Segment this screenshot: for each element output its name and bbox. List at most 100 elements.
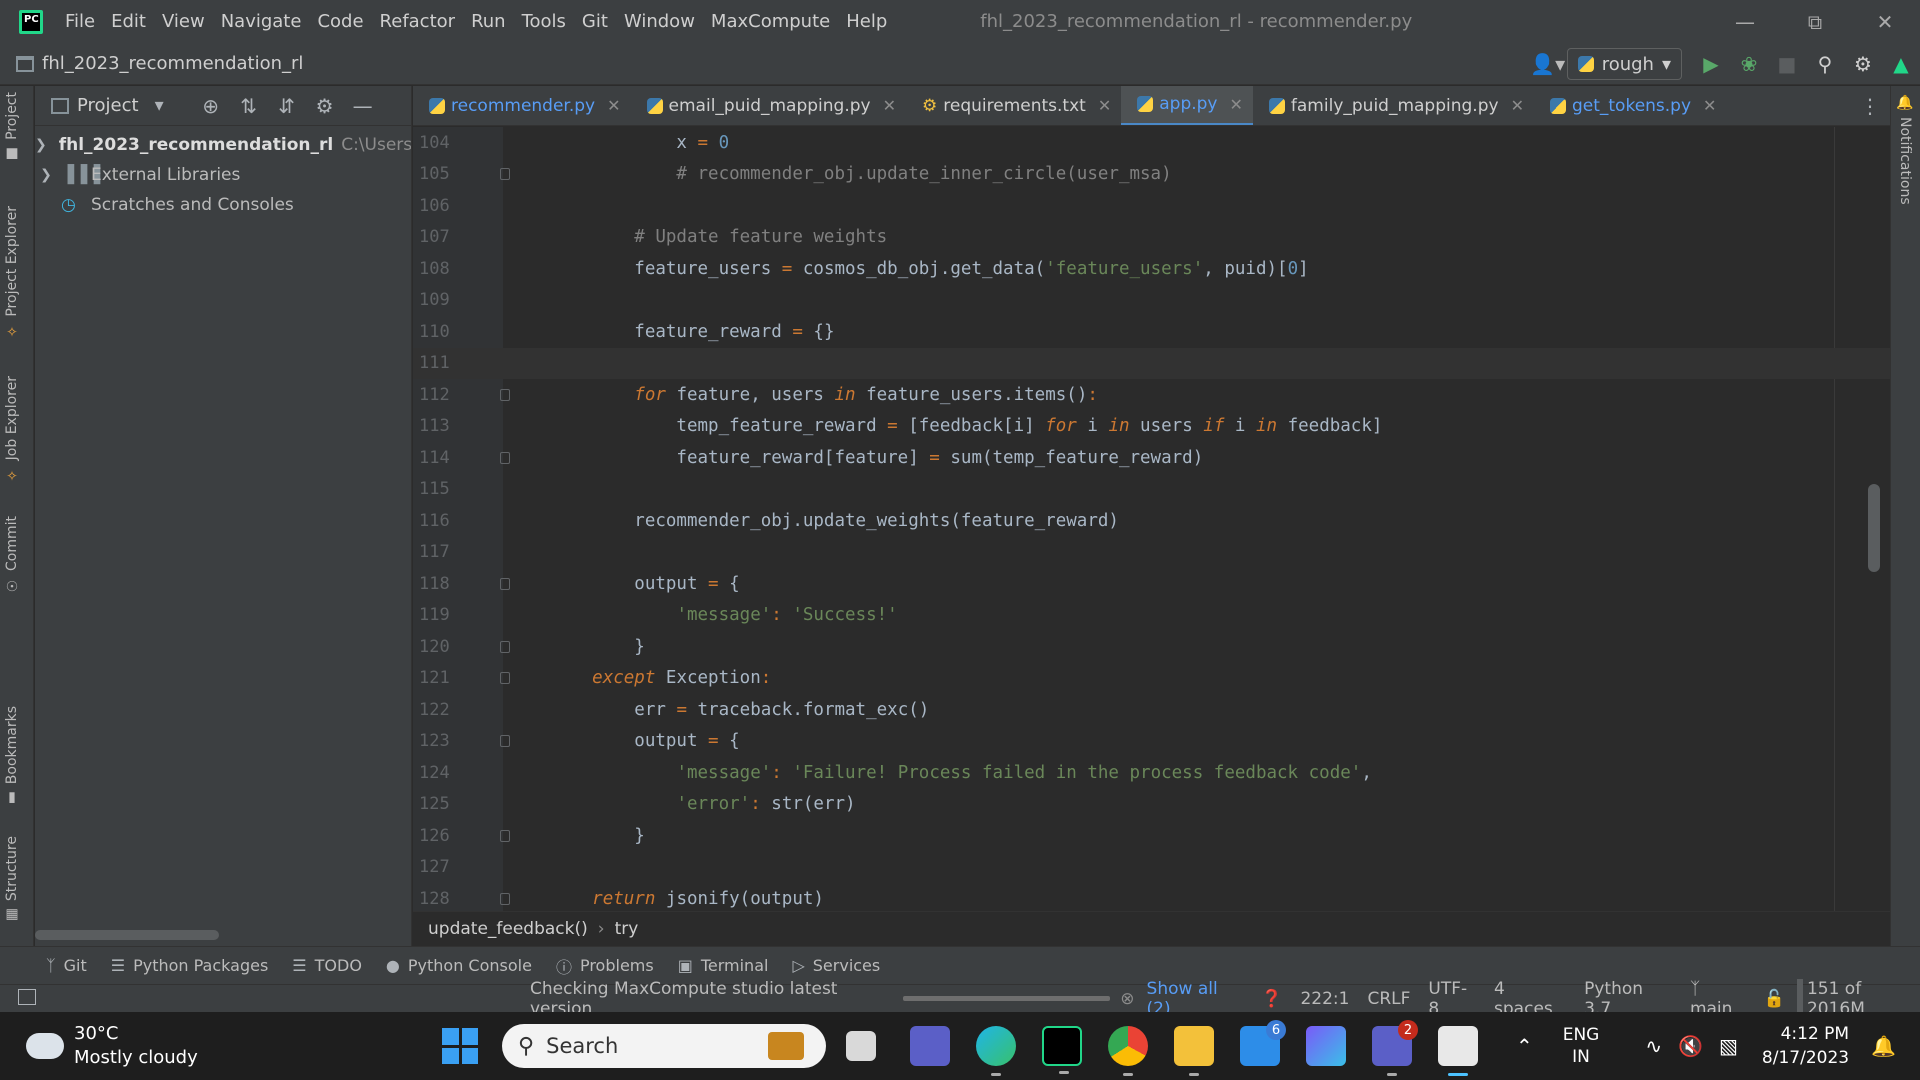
tool-python-packages[interactable]: ☰ Python Packages bbox=[111, 956, 269, 975]
tool-tab-job-explorer[interactable]: ✧ Job Explorer bbox=[4, 376, 20, 482]
chevron-up-icon[interactable]: ⌃ bbox=[1516, 1034, 1533, 1058]
snipping-tool-icon[interactable] bbox=[1438, 1026, 1478, 1076]
fold-marker-icon[interactable] bbox=[500, 735, 510, 748]
tab-email-puid-mapping-py[interactable]: email_puid_mapping.py ✕ bbox=[631, 86, 906, 125]
code-line[interactable]: 117 bbox=[413, 537, 1890, 569]
code-line[interactable]: 109 bbox=[413, 285, 1890, 317]
breadcrumb-function[interactable]: update_feedback() bbox=[428, 919, 588, 939]
code-line[interactable]: 115 bbox=[413, 474, 1890, 506]
hide-panel-icon[interactable]: — bbox=[344, 87, 382, 125]
fold-marker-icon[interactable] bbox=[500, 577, 510, 590]
close-tab-icon[interactable]: ✕ bbox=[1511, 96, 1524, 115]
user-account-icon[interactable]: 👤▾ bbox=[1529, 45, 1567, 83]
code-line[interactable]: 113 temp_feature_reward = [feedback[i] f… bbox=[413, 411, 1890, 443]
fold-marker-icon[interactable] bbox=[500, 892, 510, 905]
vscode-icon[interactable]: 6 bbox=[1240, 1020, 1286, 1066]
chevron-down-icon[interactable]: ▾ bbox=[155, 95, 164, 116]
run-configuration-select[interactable]: rough ▾ bbox=[1566, 48, 1682, 80]
tool-terminal[interactable]: ▣ Terminal bbox=[678, 956, 769, 975]
menu-file[interactable]: File bbox=[57, 11, 103, 32]
tab-get-tokens-py[interactable]: get_tokens.py ✕ bbox=[1534, 86, 1726, 125]
run-icon[interactable]: ▶ bbox=[1692, 45, 1730, 83]
tool-tab-notifications[interactable]: 🔔 Notifications bbox=[1897, 94, 1913, 205]
tool-python-console[interactable]: ● Python Console bbox=[386, 956, 532, 975]
vertical-scrollbar[interactable] bbox=[1868, 484, 1880, 572]
breadcrumb-block[interactable]: try bbox=[615, 919, 639, 939]
expand-all-icon[interactable]: ⇅ bbox=[230, 87, 268, 125]
menu-edit[interactable]: Edit bbox=[103, 11, 154, 32]
chrome-browser-icon[interactable] bbox=[1108, 1026, 1148, 1076]
tool-tab-structure[interactable]: ▦ Structure bbox=[4, 836, 20, 923]
menu-navigate[interactable]: Navigate bbox=[213, 11, 310, 32]
toggle-tool-windows-icon[interactable] bbox=[18, 989, 36, 1005]
minimize-button[interactable]: — bbox=[1710, 0, 1780, 43]
code-line[interactable]: 128 return jsonify(output) bbox=[413, 883, 1890, 911]
lock-icon[interactable]: 🔓 bbox=[1764, 989, 1785, 1009]
menu-run[interactable]: Run bbox=[463, 11, 514, 32]
battery-icon[interactable]: ▧ bbox=[1719, 1034, 1738, 1058]
code-line[interactable]: 116 recommender_obj.update_weights(featu… bbox=[413, 505, 1890, 537]
code-with-me-icon[interactable]: ▲ bbox=[1882, 45, 1920, 83]
code-line[interactable]: 110 feature_reward = {} bbox=[413, 316, 1890, 348]
tool-problems[interactable]: ⓘ Problems bbox=[556, 954, 654, 978]
code-line[interactable]: 123 output = { bbox=[413, 726, 1890, 758]
tool-tab-bookmarks[interactable]: ▮ Bookmarks bbox=[4, 706, 20, 806]
fold-marker-icon[interactable] bbox=[500, 451, 510, 464]
code-line[interactable]: 107 # Update feature weights bbox=[413, 222, 1890, 254]
pycharm-taskbar-icon[interactable] bbox=[1042, 1026, 1082, 1074]
debug-icon[interactable]: ❀ bbox=[1730, 45, 1768, 83]
chevron-right-icon[interactable]: ❯ bbox=[35, 167, 57, 183]
project-panel-title[interactable]: Project bbox=[77, 95, 139, 116]
close-tab-icon[interactable]: ✕ bbox=[883, 96, 896, 115]
tool-tab-commit[interactable]: ☉ Commit bbox=[4, 516, 20, 593]
code-line[interactable]: 126 } bbox=[413, 820, 1890, 852]
teams-chat-icon[interactable] bbox=[910, 1026, 950, 1066]
code-line[interactable]: 105 # recommender_obj.update_inner_circl… bbox=[413, 159, 1890, 191]
tool-git[interactable]: ᛉ Git bbox=[46, 956, 87, 975]
menu-help[interactable]: Help bbox=[838, 11, 895, 32]
caret-position[interactable]: 222:1 bbox=[1300, 989, 1349, 1009]
teams-icon[interactable]: 2 bbox=[1372, 1020, 1418, 1076]
weather-widget[interactable]: 30°C Mostly cloudy bbox=[24, 1022, 198, 1070]
tool-tab-project-explorer[interactable]: ✧ Project Explorer bbox=[4, 206, 20, 339]
settings-gear-icon[interactable]: ⚙ bbox=[1844, 45, 1882, 83]
copilot-icon[interactable] bbox=[1306, 1026, 1346, 1066]
fold-marker-icon[interactable] bbox=[500, 829, 510, 842]
code-line[interactable]: 125 'error': str(err) bbox=[413, 789, 1890, 821]
volume-muted-icon[interactable]: 🔇 bbox=[1678, 1034, 1703, 1058]
tool-todo[interactable]: ☰ TODO bbox=[292, 956, 362, 975]
close-window-button[interactable]: ✕ bbox=[1850, 0, 1920, 43]
taskbar-search-box[interactable]: ⚲ Search bbox=[502, 1024, 826, 1068]
tree-item-external-libraries[interactable]: ❯ ▐▐▐ External Libraries bbox=[35, 160, 411, 190]
project-name-breadcrumb[interactable]: fhl_2023_recommendation_rl bbox=[42, 53, 303, 74]
menu-tools[interactable]: Tools bbox=[514, 11, 574, 32]
code-line[interactable]: 104 x = 0 bbox=[413, 127, 1890, 159]
menu-code[interactable]: Code bbox=[309, 11, 371, 32]
code-line[interactable]: 127 bbox=[413, 852, 1890, 884]
code-line[interactable]: 124 'message': 'Failure! Process failed … bbox=[413, 757, 1890, 789]
code-editor[interactable]: 104 x = 0 105 # recommender_obj.update_i… bbox=[413, 127, 1890, 911]
wifi-icon[interactable]: ∿ bbox=[1645, 1034, 1662, 1058]
task-view-icon[interactable] bbox=[846, 1031, 876, 1061]
collapse-all-icon[interactable]: ⇵ bbox=[268, 87, 306, 125]
tab-requirements-txt[interactable]: ⚙ requirements.txt ✕ bbox=[906, 86, 1121, 125]
clock[interactable]: 4:12 PM 8/17/2023 bbox=[1762, 1022, 1849, 1070]
menu-maxcompute[interactable]: MaxCompute bbox=[703, 11, 838, 32]
more-tabs-icon[interactable]: ⋮ bbox=[1850, 86, 1890, 125]
menu-refactor[interactable]: Refactor bbox=[372, 11, 464, 32]
code-line[interactable]: 122 err = traceback.format_exc() bbox=[413, 694, 1890, 726]
code-line[interactable]: 106 bbox=[413, 190, 1890, 222]
close-tab-icon[interactable]: ✕ bbox=[607, 96, 620, 115]
fold-marker-icon[interactable] bbox=[500, 388, 510, 401]
tab-recommender-py[interactable]: recommender.py ✕ bbox=[413, 86, 631, 125]
code-line[interactable]: 118 output = { bbox=[413, 568, 1890, 600]
tab-app-py[interactable]: app.py ✕ bbox=[1121, 86, 1253, 125]
tree-item-scratches[interactable]: ◷ Scratches and Consoles bbox=[35, 190, 411, 220]
menu-window[interactable]: Window bbox=[616, 11, 703, 32]
start-button[interactable] bbox=[442, 1028, 478, 1064]
code-line[interactable]: 121 except Exception: bbox=[413, 663, 1890, 695]
select-opened-file-icon[interactable]: ⊕ bbox=[192, 87, 230, 125]
search-everywhere-icon[interactable]: ⚲ bbox=[1806, 45, 1844, 83]
file-explorer-icon[interactable] bbox=[1174, 1026, 1214, 1076]
menu-git[interactable]: Git bbox=[574, 11, 616, 32]
